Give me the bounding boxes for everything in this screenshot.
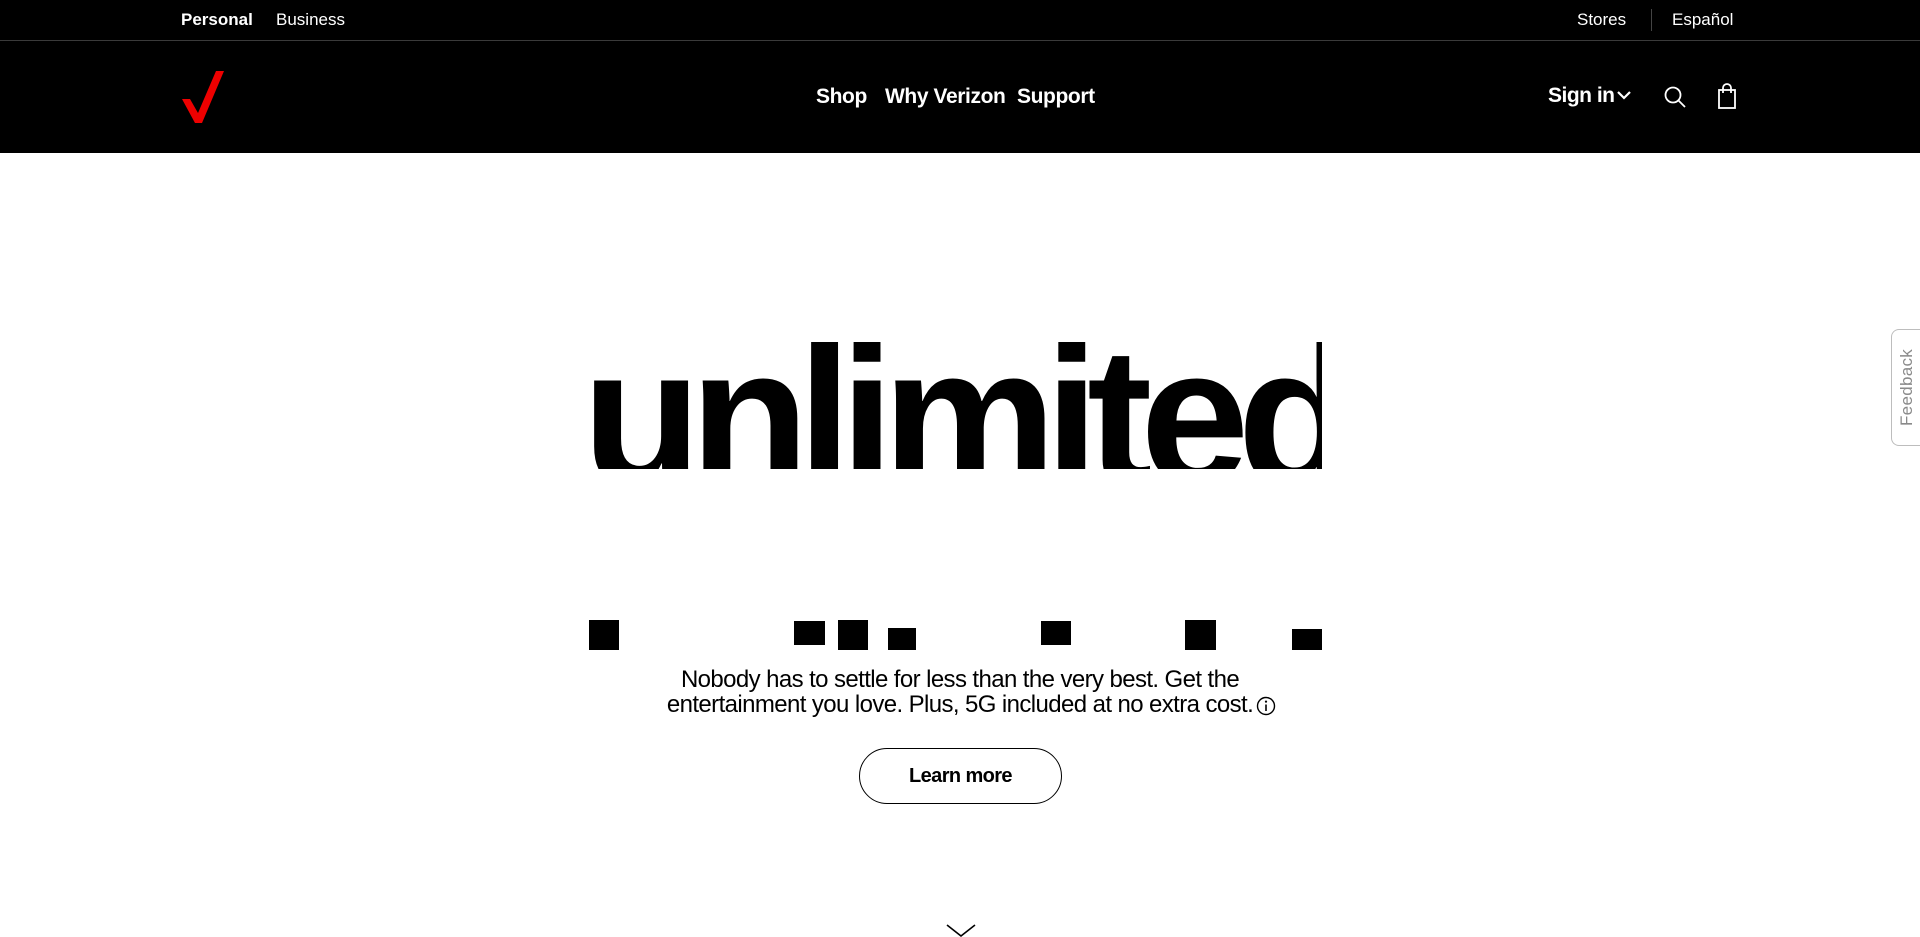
main-nav: Shop Why Verizon Support Sign in <box>0 41 1920 153</box>
utility-divider <box>1651 9 1652 31</box>
feedback-label[interactable]: Feedback <box>1893 332 1920 442</box>
hero-subhead: Nobody has to settle for less than the v… <box>560 667 1360 717</box>
nav-why-verizon[interactable]: Why Verizon <box>885 85 1006 109</box>
pixel-block <box>589 620 619 650</box>
search-icon[interactable] <box>1663 85 1687 109</box>
personal-link[interactable]: Personal <box>181 10 253 30</box>
subhead-line-1: Nobody has to settle for less than the v… <box>680 666 1240 693</box>
scroll-down-chevron-icon[interactable] <box>946 924 976 937</box>
learn-more-button[interactable]: Learn more <box>859 748 1062 804</box>
chevron-down-icon[interactable] <box>1616 89 1632 101</box>
sign-in-button[interactable]: Sign in <box>1548 84 1615 108</box>
utility-bar: Personal Business Stores Español <box>0 0 1920 41</box>
language-link[interactable]: Español <box>1672 10 1733 30</box>
pixel-block <box>1292 629 1322 650</box>
info-icon[interactable] <box>1256 696 1276 716</box>
business-link[interactable]: Business <box>276 10 345 30</box>
hero-headline: unlimited <box>582 307 1322 470</box>
pixel-block <box>838 620 868 650</box>
pixel-block <box>794 621 825 645</box>
pixel-block <box>1185 620 1216 650</box>
nav-support[interactable]: Support <box>1017 85 1095 109</box>
stores-link[interactable]: Stores <box>1577 10 1626 30</box>
shopping-bag-icon[interactable] <box>1717 83 1737 109</box>
pixel-block <box>888 628 916 650</box>
pixel-block <box>1041 621 1071 645</box>
verizon-logo[interactable] <box>180 69 226 125</box>
nav-shop[interactable]: Shop <box>816 85 867 109</box>
subhead-line-2: entertainment you love. Plus, 5G include… <box>666 691 1254 718</box>
